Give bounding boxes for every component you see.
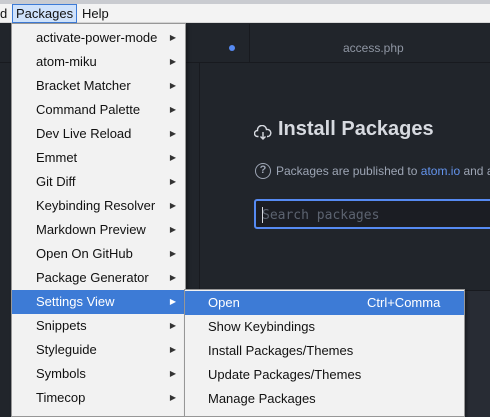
- menu-item-label: Timecop: [36, 390, 86, 405]
- question-icon: ?: [255, 163, 271, 179]
- menu-item-settings-view[interactable]: Settings View ▶: [12, 290, 185, 314]
- text-caret: [262, 207, 263, 223]
- menu-item-bracket-matcher[interactable]: Bracket Matcher ▶: [12, 74, 185, 98]
- menu-item-activate-power-mode[interactable]: activate-power-mode ▶: [12, 26, 185, 50]
- tab-modified-indicator: [229, 45, 235, 51]
- menu-view-partial[interactable]: d: [0, 4, 10, 23]
- menu-item-label: Git Diff: [36, 174, 76, 189]
- menu-item-label: Dev Live Reload: [36, 126, 132, 141]
- submenu-item-show-keybindings[interactable]: Show Keybindings: [185, 315, 464, 339]
- submenu-item-install-packages-themes[interactable]: Install Packages/Themes: [185, 339, 464, 363]
- menu-packages[interactable]: Packages: [12, 4, 78, 23]
- info-suffix: and a: [463, 164, 490, 178]
- shortcut-label: Ctrl+Comma: [367, 295, 441, 310]
- submenu-arrow-icon: ▶: [169, 177, 176, 186]
- menu-item-label: Bracket Matcher: [36, 78, 131, 93]
- submenu-arrow-icon: ▶: [169, 153, 176, 162]
- submenu-arrow-icon: ▶: [169, 393, 176, 402]
- menu-item-styleguide[interactable]: Styleguide ▶: [12, 338, 185, 362]
- menubar: d Packages Help: [0, 4, 490, 23]
- submenu-arrow-icon: ▶: [169, 81, 176, 90]
- search-packages-input[interactable]: [262, 206, 490, 224]
- submenu-arrow-icon: ▶: [169, 201, 176, 210]
- menu-help[interactable]: Help: [79, 4, 112, 23]
- menu-item-label: Symbols: [36, 366, 86, 381]
- submenu-arrow-icon: ▶: [169, 249, 176, 258]
- submenu-arrow-icon: ▶: [169, 129, 176, 138]
- submenu-item-manage-packages[interactable]: Manage Packages: [185, 387, 464, 411]
- menu-item-symbols[interactable]: Symbols ▶: [12, 362, 185, 386]
- install-packages-title: Install Packages: [278, 118, 434, 140]
- tab-divider: [249, 24, 250, 63]
- submenu-arrow-icon: ▶: [169, 273, 176, 282]
- packages-menu: activate-power-mode ▶ atom-miku ▶ Bracket …: [11, 23, 186, 417]
- submenu-item-label: Show Keybindings: [208, 319, 315, 334]
- menu-item-keybinding-resolver[interactable]: Keybinding Resolver ▶: [12, 194, 185, 218]
- menu-item-label: Package Generator: [36, 270, 149, 285]
- menu-item-label: Emmet: [36, 150, 78, 165]
- submenu-item-update-packages-themes[interactable]: Update Packages/Themes: [185, 363, 464, 387]
- menu-item-label: atom-miku: [36, 54, 97, 69]
- submenu-item-label: Install Packages/Themes: [208, 343, 354, 358]
- submenu-item-open[interactable]: Open Ctrl+Comma: [185, 291, 464, 315]
- cloud-download-icon: [253, 124, 272, 141]
- menu-item-label: Keybinding Resolver: [36, 198, 156, 213]
- submenu-arrow-icon: ▶: [169, 345, 176, 354]
- submenu-item-label: Update Packages/Themes: [208, 367, 362, 382]
- submenu-arrow-icon: ▶: [169, 105, 176, 114]
- menu-item-markdown-preview[interactable]: Markdown Preview ▶: [12, 218, 185, 242]
- submenu-arrow-icon: ▶: [169, 321, 176, 330]
- menu-item-label: Markdown Preview: [36, 222, 146, 237]
- info-prefix: Packages are published to: [276, 164, 421, 178]
- submenu-arrow-icon: ▶: [169, 297, 176, 306]
- install-packages-info: Packages are published to atom.io and a: [276, 164, 490, 178]
- menu-item-label: activate-power-mode: [36, 30, 158, 45]
- atom-io-link[interactable]: atom.io: [421, 164, 460, 178]
- submenu-arrow-icon: ▶: [169, 33, 176, 42]
- menu-item-label: Open On GitHub: [36, 246, 133, 261]
- menu-item-command-palette[interactable]: Command Palette ▶: [12, 98, 185, 122]
- menu-item-label: Settings View: [36, 294, 115, 309]
- menu-item-label: Snippets: [36, 318, 87, 333]
- menu-item-git-diff[interactable]: Git Diff ▶: [12, 170, 185, 194]
- search-packages-box[interactable]: [254, 199, 490, 229]
- menu-item-label: Styleguide: [36, 342, 97, 357]
- menu-item-package-generator[interactable]: Package Generator ▶: [12, 266, 185, 290]
- menu-item-snippets[interactable]: Snippets ▶: [12, 314, 185, 338]
- tab-access-php[interactable]: access.php: [343, 41, 404, 55]
- submenu-arrow-icon: ▶: [169, 369, 176, 378]
- submenu-arrow-icon: ▶: [169, 57, 176, 66]
- menu-item-open-on-github[interactable]: Open On GitHub ▶: [12, 242, 185, 266]
- menu-item-label: Command Palette: [36, 102, 141, 117]
- menu-item-dev-live-reload[interactable]: Dev Live Reload ▶: [12, 122, 185, 146]
- submenu-item-label: Manage Packages: [208, 391, 316, 406]
- menu-item-timecop[interactable]: Timecop ▶: [12, 386, 185, 416]
- submenu-item-label: Open: [208, 295, 240, 310]
- menu-item-atom-miku[interactable]: atom-miku ▶: [12, 50, 185, 74]
- submenu-arrow-icon: ▶: [169, 225, 176, 234]
- settings-view-submenu: Open Ctrl+Comma Show Keybindings Install…: [184, 289, 465, 417]
- menu-item-emmet[interactable]: Emmet ▶: [12, 146, 185, 170]
